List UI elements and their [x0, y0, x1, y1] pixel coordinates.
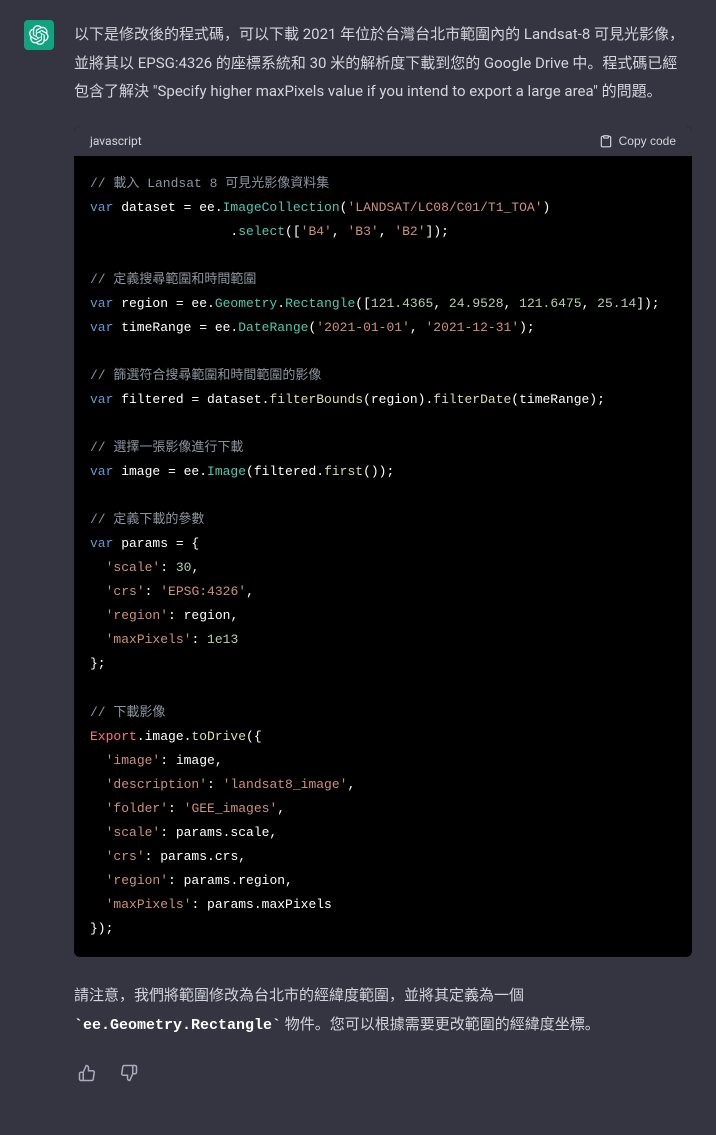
thumbs-down-button[interactable] [116, 1060, 142, 1089]
assistant-message: 以下是修改後的程式碼，可以下載 2021 年位於台灣台北市範圍內的 Landsa… [0, 20, 716, 1089]
code-block: javascript Copy code // 載入 Landsat 8 可見光… [74, 126, 692, 958]
message-content: 以下是修改後的程式碼，可以下載 2021 年位於台灣台北市範圍內的 Landsa… [74, 20, 692, 1089]
inline-code: `ee.Geometry.Rectangle` [74, 1017, 281, 1034]
thumbs-up-button[interactable] [74, 1060, 100, 1089]
copy-code-button[interactable]: Copy code [599, 134, 676, 148]
copy-code-label: Copy code [619, 134, 676, 148]
code-content[interactable]: // 載入 Landsat 8 可見光影像資料集 var dataset = e… [74, 156, 692, 958]
code-header: javascript Copy code [74, 126, 692, 156]
outro-paragraph: 請注意，我們將範圍修改為台北市的經緯度範圍，並將其定義為一個 `ee.Geome… [74, 981, 692, 1040]
code-language-label: javascript [90, 134, 142, 148]
thumbs-down-icon [120, 1064, 138, 1082]
openai-logo-icon [29, 25, 49, 45]
thumbs-up-icon [78, 1064, 96, 1082]
intro-paragraph: 以下是修改後的程式碼，可以下載 2021 年位於台灣台北市範圍內的 Landsa… [74, 20, 692, 106]
feedback-buttons [74, 1060, 692, 1089]
assistant-avatar [24, 20, 54, 50]
clipboard-icon [599, 134, 613, 148]
